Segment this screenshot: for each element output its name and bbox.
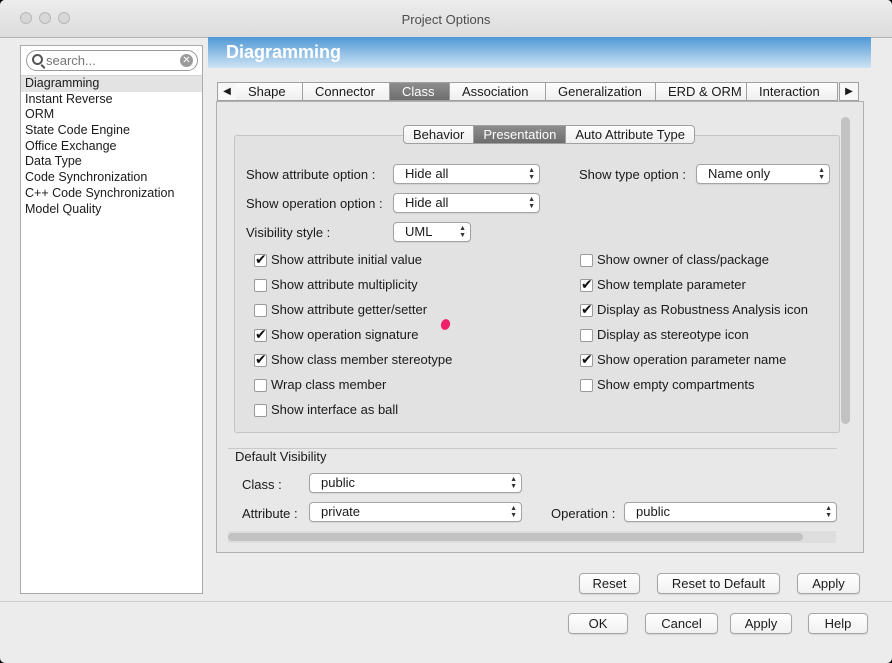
vertical-scrollbar[interactable] <box>841 117 850 424</box>
tab-class[interactable]: Class <box>390 82 450 101</box>
sidebar-item-data-type[interactable]: Data Type <box>21 154 202 170</box>
search-box[interactable]: ✕ <box>26 50 198 71</box>
ok-button[interactable]: OK <box>568 613 628 634</box>
tab-erd-orm[interactable]: ERD & ORM <box>656 82 747 101</box>
sidebar-item-state-code-engine[interactable]: State Code Engine <box>21 123 202 139</box>
subtab-bar: Behavior Presentation Auto Attribute Typ… <box>403 125 695 144</box>
checkbox-checked-icon <box>580 302 593 318</box>
sidebar-item-cpp-code-synchronization[interactable]: C++ Code Synchronization <box>21 186 202 202</box>
show-type-option-select[interactable]: Name only ▲ ▼ <box>696 164 830 184</box>
sidebar-item-office-exchange[interactable]: Office Exchange <box>21 139 202 155</box>
checkbox-checked-icon <box>580 277 593 293</box>
operation-visibility-select[interactable]: public ▲ ▼ <box>624 502 837 522</box>
show-operation-option-select[interactable]: Hide all ▲ ▼ <box>393 193 540 213</box>
sidebar-item-code-synchronization[interactable]: Code Synchronization <box>21 170 202 186</box>
show-type-option-label: Show type option : <box>579 167 686 182</box>
search-icon <box>32 54 43 65</box>
cancel-button[interactable]: Cancel <box>645 613 718 634</box>
checkbox-unchecked-icon <box>254 404 267 417</box>
updown-arrows-icon: ▲ ▼ <box>528 167 535 181</box>
footer-divider <box>0 601 892 602</box>
checkbox-unchecked-icon <box>254 279 267 292</box>
tab-scroll-right-icon[interactable]: ▶ <box>839 82 859 101</box>
updown-arrows-icon: ▲ ▼ <box>825 505 832 519</box>
visibility-style-label: Visibility style : <box>246 225 331 240</box>
tab-generalization[interactable]: Generalization <box>546 82 656 101</box>
category-list: Diagramming Instant Reverse ORM State Co… <box>21 76 202 217</box>
checkbox-checked-icon <box>254 327 267 343</box>
visibility-style-select[interactable]: UML ▲ ▼ <box>393 222 471 242</box>
dialog-apply-button[interactable]: Apply <box>730 613 792 634</box>
class-visibility-label: Class : <box>242 477 282 492</box>
tab-scroll-left-icon[interactable]: ◀ <box>217 82 237 101</box>
visibility-style-value: UML <box>405 224 433 239</box>
updown-arrows-icon: ▲ ▼ <box>528 196 535 210</box>
project-options-window: Project Options ✕ Diagramming Instant Re… <box>0 0 892 663</box>
default-visibility-title: Default Visibility <box>235 449 330 464</box>
checkbox-checked-icon <box>580 352 593 368</box>
updown-arrows-icon: ▲ ▼ <box>459 225 466 239</box>
sidebar-item-orm[interactable]: ORM <box>21 107 202 123</box>
checkbox-unchecked-icon <box>580 329 593 342</box>
sidebar: ✕ Diagramming Instant Reverse ORM State … <box>20 45 203 594</box>
tab-association[interactable]: Association <box>450 82 546 101</box>
sidebar-item-diagramming[interactable]: Diagramming <box>21 76 202 92</box>
updown-arrows-icon: ▲ ▼ <box>510 505 517 519</box>
sidebar-item-model-quality[interactable]: Model Quality <box>21 202 202 218</box>
horizontal-scrollbar[interactable] <box>228 533 803 541</box>
reset-to-default-button[interactable]: Reset to Default <box>657 573 780 594</box>
class-visibility-value: public <box>321 475 355 490</box>
class-visibility-select[interactable]: public ▲ ▼ <box>309 473 522 493</box>
subtab-auto-attribute-type[interactable]: Auto Attribute Type <box>566 125 695 144</box>
section-title: Diagramming <box>226 42 342 62</box>
show-type-option-value: Name only <box>708 166 771 181</box>
show-attribute-option-value: Hide all <box>405 166 449 181</box>
subtab-behavior[interactable]: Behavior <box>403 125 475 144</box>
window-title: Project Options <box>401 12 491 27</box>
checkbox-unchecked-icon <box>580 379 593 392</box>
search-input[interactable] <box>44 52 174 69</box>
updown-arrows-icon: ▲ ▼ <box>510 476 517 490</box>
show-operation-option-value: Hide all <box>405 195 449 210</box>
help-button[interactable]: Help <box>808 613 868 634</box>
sidebar-item-instant-reverse[interactable]: Instant Reverse <box>21 92 202 108</box>
section-header: Diagramming <box>208 37 871 68</box>
checkbox-unchecked-icon <box>254 379 267 392</box>
tab-shape[interactable]: Shape <box>236 82 303 101</box>
tab-interaction[interactable]: Interaction <box>747 82 838 101</box>
operation-visibility-value: public <box>636 504 670 519</box>
checkbox-checked-icon <box>254 352 267 368</box>
attribute-visibility-label: Attribute : <box>242 506 298 521</box>
clear-search-icon[interactable]: ✕ <box>180 54 193 67</box>
panel-apply-button[interactable]: Apply <box>797 573 860 594</box>
show-attribute-option-label: Show attribute option : <box>246 167 376 182</box>
attribute-visibility-select[interactable]: private ▲ ▼ <box>309 502 522 522</box>
checkbox-checked-icon <box>254 252 267 268</box>
show-operation-option-label: Show operation option : <box>246 196 383 211</box>
reset-button[interactable]: Reset <box>579 573 640 594</box>
operation-visibility-label: Operation : <box>551 506 616 521</box>
subtab-presentation[interactable]: Presentation <box>474 125 567 144</box>
show-attribute-option-select[interactable]: Hide all ▲ ▼ <box>393 164 540 184</box>
title-bar: Project Options <box>0 0 892 38</box>
tab-bar: Shape Connector Class Association Genera… <box>236 82 838 101</box>
updown-arrows-icon: ▲ ▼ <box>818 167 825 181</box>
tab-connector[interactable]: Connector <box>303 82 390 101</box>
checkbox-unchecked-icon <box>580 254 593 267</box>
attribute-visibility-value: private <box>321 504 361 519</box>
checkbox-unchecked-icon <box>254 304 267 317</box>
